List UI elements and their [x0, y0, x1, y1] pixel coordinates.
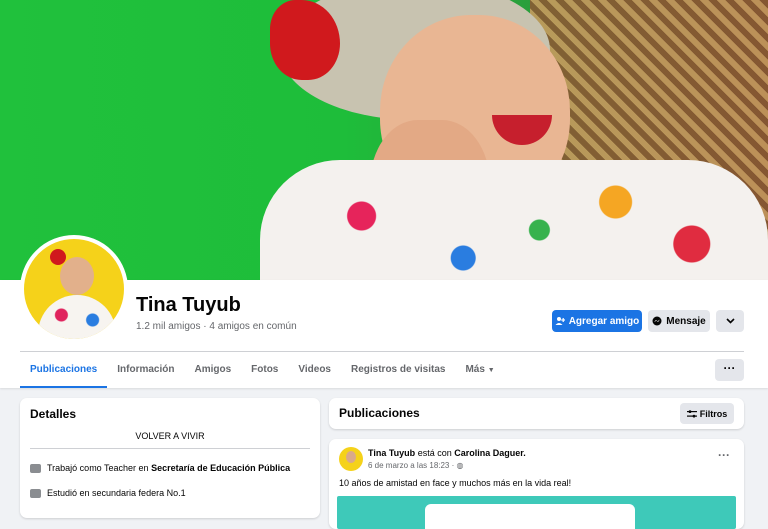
- tab-informacion[interactable]: Información: [107, 352, 184, 388]
- chevron-down-icon: [725, 318, 735, 324]
- tabs-more-button[interactable]: ···: [715, 359, 744, 381]
- post-meta: 6 de marzo a las 18:23 · ◍: [368, 461, 464, 470]
- filters-icon: [686, 409, 697, 417]
- study-text: Estudió en secundaria federa No.1: [47, 488, 186, 498]
- study-info: Estudió en secundaria federa No.1: [30, 488, 186, 498]
- add-friend-label: Agregar amigo: [568, 315, 640, 327]
- work-prefix: Trabajó como Teacher en: [47, 463, 149, 473]
- ellipsis-icon: ···: [718, 448, 730, 462]
- graduation-cap-icon: [30, 488, 41, 498]
- more-options-button[interactable]: [716, 310, 744, 332]
- message-button[interactable]: Mensaje: [648, 310, 710, 332]
- post-options-button[interactable]: ···: [718, 448, 730, 462]
- details-card: Detalles VOLVER A VIVIR Trabajó como Tea…: [20, 398, 320, 518]
- briefcase-icon: [30, 463, 41, 473]
- details-title: Detalles: [30, 407, 77, 421]
- caret-down-icon: ▼: [487, 367, 495, 374]
- cover-photo[interactable]: [0, 0, 768, 280]
- post-text: 10 años de amistad en face y muchos más …: [339, 478, 572, 488]
- details-divider: [30, 448, 310, 449]
- post-tagged[interactable]: Carolina Daguer.: [454, 448, 526, 458]
- work-place-link[interactable]: Secretaría de Educación Pública: [151, 463, 290, 473]
- post-timestamp[interactable]: 6 de marzo a las 18:23 ·: [368, 461, 454, 470]
- tab-publicaciones[interactable]: Publicaciones: [20, 352, 108, 388]
- profile-name: Tina Tuyub: [136, 294, 241, 316]
- post-with: está con: [417, 448, 452, 458]
- post-card: Tina Tuyub está con Carolina Daguer. 6 d…: [329, 439, 744, 529]
- profile-avatar[interactable]: [20, 235, 128, 343]
- ellipsis-icon: ···: [723, 361, 736, 375]
- post-author[interactable]: Tina Tuyub: [368, 448, 415, 458]
- post-image[interactable]: [337, 496, 736, 529]
- post-author-avatar[interactable]: [339, 447, 363, 471]
- publications-title: Publicaciones: [339, 406, 420, 420]
- messenger-icon: [652, 316, 662, 326]
- tab-registros[interactable]: Registros de visitas: [341, 352, 455, 388]
- bio-text: VOLVER A VIVIR: [135, 431, 205, 441]
- globe-icon: ◍: [456, 461, 464, 470]
- filters-button[interactable]: Filtros: [680, 403, 734, 424]
- tab-mas-label: Más: [465, 364, 485, 375]
- friends-count[interactable]: 1.2 mil amigos · 4 amigos en común: [136, 321, 297, 332]
- tab-fotos[interactable]: Fotos: [241, 352, 288, 388]
- add-friend-button[interactable]: Agregar amigo: [552, 310, 642, 332]
- filters-label: Filtros: [699, 408, 728, 419]
- tab-mas[interactable]: Más ▼: [455, 352, 504, 388]
- work-info: Trabajó como Teacher en Secretaría de Ed…: [30, 463, 290, 473]
- publications-header: Publicaciones Filtros: [329, 398, 744, 429]
- add-friend-icon: [555, 317, 565, 325]
- profile-tabs: Publicaciones Información Amigos Fotos V…: [20, 352, 505, 388]
- tab-videos[interactable]: Videos: [288, 352, 341, 388]
- post-title: Tina Tuyub está con Carolina Daguer.: [368, 448, 526, 458]
- message-label: Mensaje: [666, 315, 706, 327]
- tab-amigos[interactable]: Amigos: [184, 352, 241, 388]
